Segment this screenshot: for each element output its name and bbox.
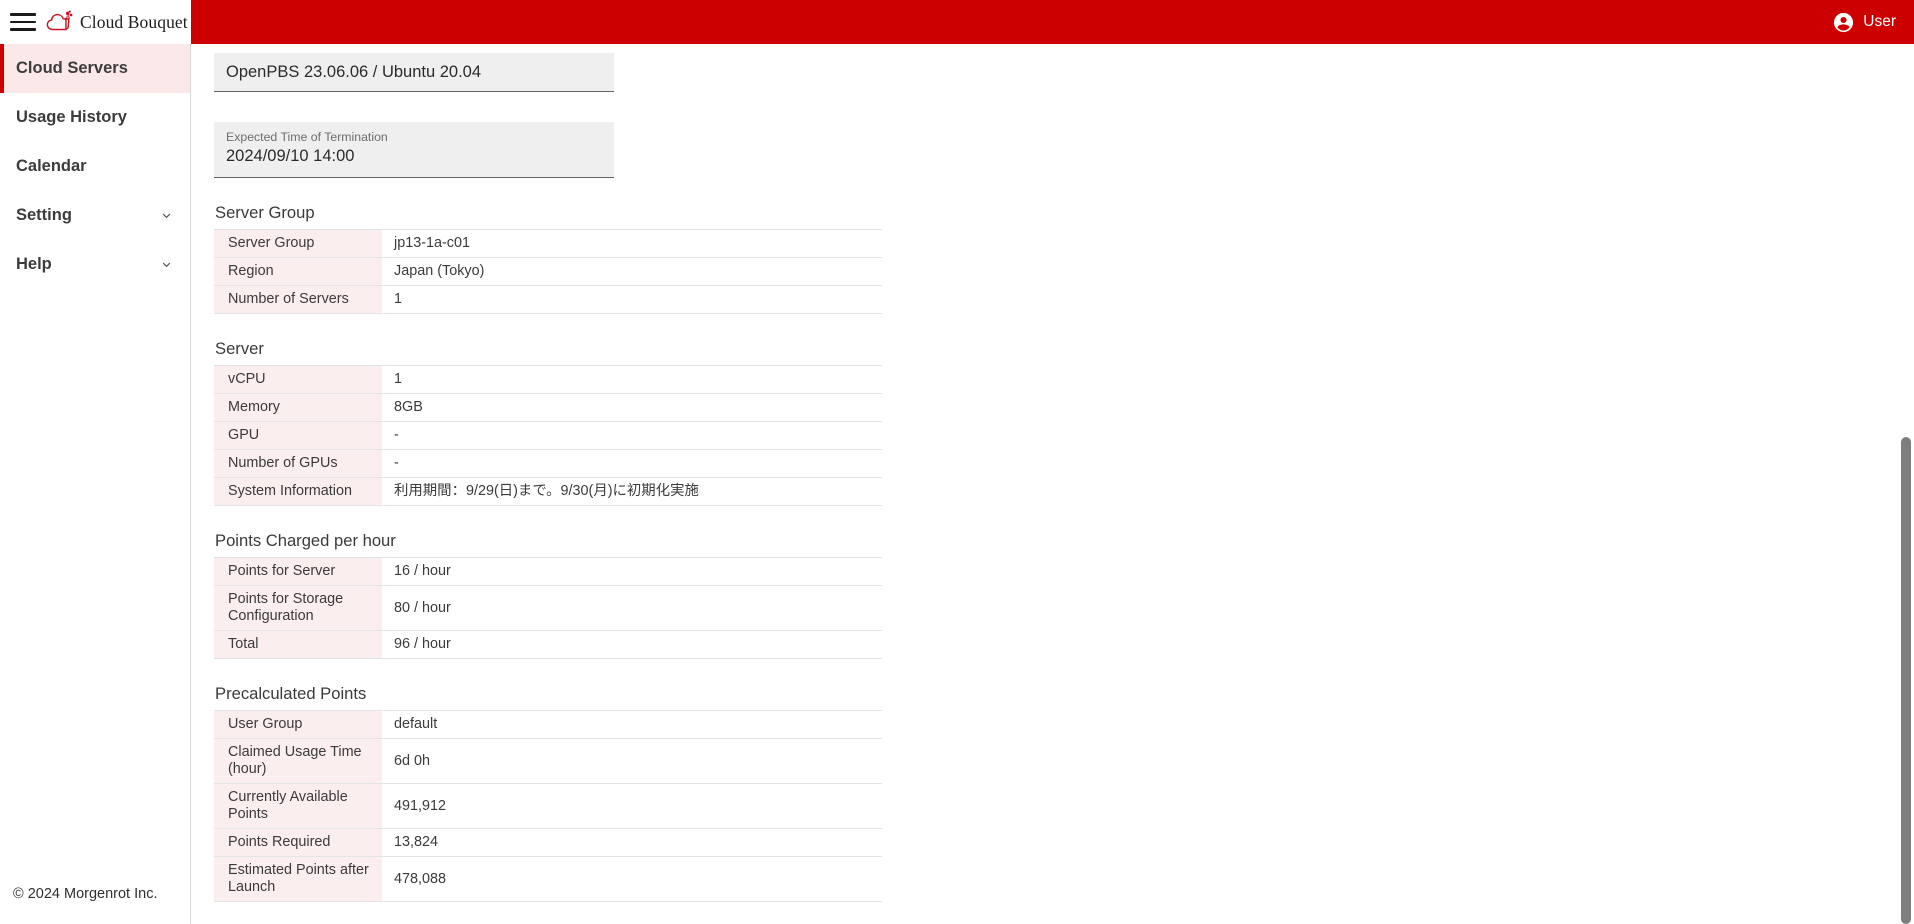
- section-server-group: Server Group Server Group jp13-1a-c01 Regio…: [214, 203, 1914, 314]
- table-row-key: Number of GPUs: [214, 449, 382, 478]
- sidebar-item-label: Calendar: [16, 157, 87, 175]
- table-row-value: 6d 0h: [382, 738, 882, 784]
- chevron-down-icon[interactable]: [159, 208, 174, 223]
- sidebar-item-label: Setting: [16, 206, 72, 224]
- table-row-value: 96 / hour: [382, 630, 882, 659]
- detail-table: Server Group jp13-1a-c01 Region Japan (Toky…: [214, 229, 882, 314]
- sidebar-item-help[interactable]: Help: [0, 240, 190, 289]
- table-row-value: 13,824: [382, 828, 882, 857]
- table-row-value: 1: [382, 285, 882, 314]
- table-row: Memory 8GB: [214, 393, 882, 422]
- table-row-key: Memory: [214, 393, 382, 422]
- table-row-value: 80 / hour: [382, 585, 882, 631]
- table-row: Server Group jp13-1a-c01: [214, 229, 882, 258]
- section-points-charged-per-hour: Points Charged per hour Points for Server…: [214, 531, 1914, 659]
- cloud-bouquet-logo-icon: [46, 10, 73, 31]
- table-row: Currently Available Points 491,912: [214, 783, 882, 829]
- table-row: Estimated Points after Launch 478,088: [214, 856, 882, 902]
- table-row-key: Points Required: [214, 828, 382, 857]
- detail-table: User Group default Claimed Usage Time (hou…: [214, 710, 882, 902]
- footer-copyright: © 2024 Morgenrot Inc.: [13, 886, 158, 902]
- table-row-key: Currently Available Points: [214, 783, 382, 829]
- table-row-value: -: [382, 449, 882, 478]
- table-row-key: Number of Servers: [214, 285, 382, 314]
- table-row-key: Server Group: [214, 229, 382, 258]
- table-row: User Group default: [214, 710, 882, 739]
- section-title: Server Group: [215, 203, 315, 222]
- sidebar-item-cloud-servers[interactable]: Cloud Servers: [0, 44, 190, 93]
- termination-time-value: 2024/09/10 14:00: [226, 147, 355, 165]
- table-row: Points for Server 16 / hour: [214, 557, 882, 586]
- table-row: Number of GPUs -: [214, 449, 882, 478]
- image-field-value: OpenPBS 23.06.06 / Ubuntu 20.04: [226, 63, 482, 81]
- table-row-value: 491,912: [382, 783, 882, 829]
- sidebar-item-list: Cloud Servers Usage History Calendar Settin…: [0, 44, 190, 289]
- table-row-value: default: [382, 710, 882, 739]
- table-row: Number of Servers 1: [214, 285, 882, 314]
- sidebar-item-usage-history[interactable]: Usage History: [0, 93, 190, 142]
- table-row: GPU -: [214, 421, 882, 450]
- table-row-value: Japan (Tokyo): [382, 257, 882, 286]
- detail-sections: Server Group Server Group jp13-1a-c01 Regio…: [214, 203, 1914, 902]
- section-title: Server: [215, 339, 264, 358]
- main-content: OpenPBS 23.06.06 / Ubuntu 20.04 Expected…: [192, 44, 1914, 924]
- table-row-value: 478,088: [382, 856, 882, 902]
- section-server: Server vCPU 1 Memory 8GB GPU - Number of GPUs - S…: [214, 339, 1914, 506]
- section-title: Precalculated Points: [215, 684, 367, 703]
- user-label: User: [1863, 13, 1896, 30]
- table-row-key: GPU: [214, 421, 382, 450]
- table-row-value: 利用期間：9/29(日)まで。9/30(月)に初期化実施: [382, 477, 882, 506]
- sidebar-item-calendar[interactable]: Calendar: [0, 142, 190, 191]
- section-title: Points Charged per hour: [215, 531, 396, 550]
- table-row-key: Estimated Points after Launch: [214, 856, 382, 902]
- sidebar-item-label: Usage History: [16, 108, 127, 126]
- table-row-value: -: [382, 421, 882, 450]
- table-row: System Information 利用期間：9/29(日)まで。9/30(月)…: [214, 477, 882, 506]
- table-row-value: 8GB: [382, 393, 882, 422]
- sidebar-nav: Cloud Servers Usage History Calendar Settin…: [0, 44, 191, 924]
- section-precalculated-points: Precalculated Points User Group default Cla…: [214, 684, 1914, 902]
- table-row: Region Japan (Tokyo): [214, 257, 882, 286]
- sidebar-item-label: Cloud Servers: [16, 59, 128, 77]
- detail-table: vCPU 1 Memory 8GB GPU - Number of GPUs - System …: [214, 365, 882, 506]
- brand-zone: Cloud Bouquet: [0, 0, 191, 44]
- table-row: vCPU 1: [214, 365, 882, 394]
- termination-time-field[interactable]: Expected Time of Termination 2024/09/10 …: [214, 122, 614, 178]
- table-row-key: User Group: [214, 710, 382, 739]
- user-menu-button[interactable]: User: [1832, 11, 1896, 34]
- top-app-bar: Cloud Bouquet User: [0, 0, 1914, 44]
- sidebar-item-setting[interactable]: Setting: [0, 191, 190, 240]
- table-row: Claimed Usage Time (hour) 6d 0h: [214, 738, 882, 784]
- account-circle-icon: [1834, 12, 1854, 32]
- table-row: Points for Storage Configuration 80 / hou…: [214, 585, 882, 631]
- page-scrollbar-track[interactable]: [1898, 44, 1914, 924]
- table-row: Total 96 / hour: [214, 630, 882, 659]
- table-row-key: Total: [214, 630, 382, 659]
- brand-title: Cloud Bouquet: [80, 11, 188, 32]
- table-row-value: jp13-1a-c01: [382, 229, 882, 258]
- hamburger-menu-icon[interactable]: [10, 9, 36, 35]
- sidebar-item-label: Help: [16, 255, 52, 273]
- termination-time-label: Expected Time of Termination: [226, 130, 388, 144]
- table-row-key: Points for Server: [214, 557, 382, 586]
- table-row: Points Required 13,824: [214, 828, 882, 857]
- table-row-key: Claimed Usage Time (hour): [214, 738, 382, 784]
- chevron-down-icon[interactable]: [159, 257, 174, 272]
- table-row-key: Region: [214, 257, 382, 286]
- table-row-value: 16 / hour: [382, 557, 882, 586]
- detail-table: Points for Server 16 / hour Points for Sto…: [214, 557, 882, 659]
- page-scrollbar-thumb[interactable]: [1901, 437, 1911, 924]
- table-row-key: System Information: [214, 477, 382, 506]
- table-row-key: vCPU: [214, 365, 382, 394]
- table-row-key: Points for Storage Configuration: [214, 585, 382, 631]
- image-field[interactable]: OpenPBS 23.06.06 / Ubuntu 20.04: [214, 53, 614, 92]
- table-row-value: 1: [382, 365, 882, 394]
